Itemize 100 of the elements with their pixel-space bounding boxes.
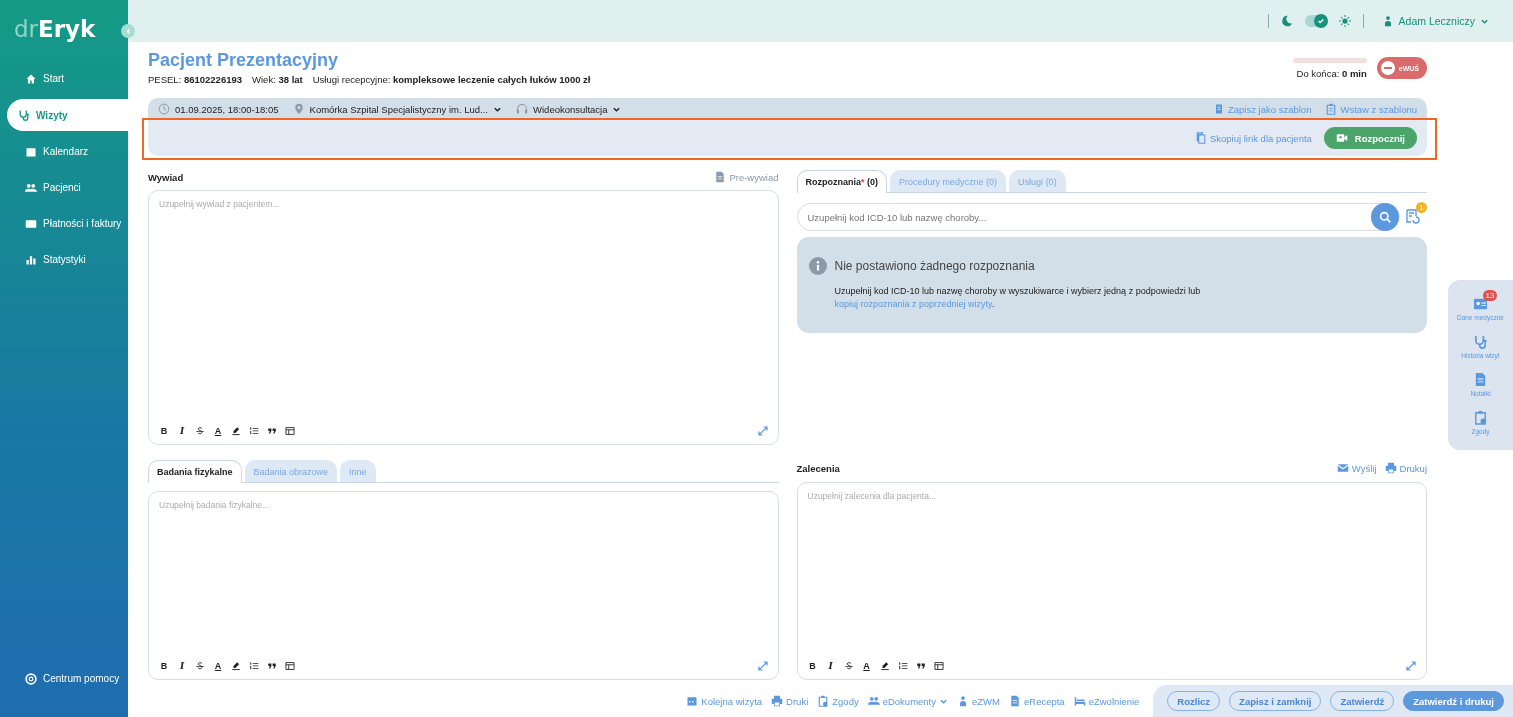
copy-diagnoses-link[interactable]: kopiuj rozpoznania z poprzedniej wizyty — [834, 299, 992, 309]
theme-toggle[interactable] — [1304, 15, 1327, 27]
text-editor[interactable]: Uzupełnij wywiad z pacjentem... B I A — [148, 190, 779, 445]
chevron-left-icon — [124, 27, 132, 35]
footer-link[interactable]: Druki — [771, 695, 809, 707]
home-icon — [25, 72, 37, 85]
table-button[interactable] — [933, 660, 944, 672]
video-camera-icon — [1335, 132, 1348, 144]
nav-item[interactable]: Start — [7, 68, 128, 89]
collapse-button[interactable] — [121, 24, 135, 38]
search-icon — [1378, 210, 1392, 224]
copy-link[interactable]: Skopiuj link dla pacjenta — [1194, 132, 1312, 144]
italic-button[interactable]: I — [177, 660, 187, 672]
stethoscope-icon — [1473, 334, 1488, 349]
footer-link[interactable]: eRecepta — [1009, 695, 1065, 707]
patient-name: Pacjent Prezentacyjny — [148, 50, 340, 71]
id-card-icon — [1473, 296, 1488, 311]
envelope-icon — [1336, 462, 1349, 474]
history-button[interactable]: 1 — [1402, 201, 1427, 227]
visit-date: 01.09.2025, 18:00-18:05 — [158, 103, 279, 115]
section-title: Zalecenia — [796, 462, 840, 474]
table-button[interactable] — [285, 660, 295, 672]
expand-icon[interactable] — [757, 426, 768, 436]
highlighter-button[interactable] — [231, 425, 241, 437]
toggle-knob[interactable] — [1313, 14, 1328, 28]
help-link[interactable]: Centrum pomocy — [7, 668, 128, 689]
copy-icon — [1194, 132, 1207, 144]
moon-icon — [1280, 15, 1293, 27]
footer-link[interactable]: Kolejna wizyta — [686, 695, 763, 707]
user-menu[interactable]: Adam Leczniczy — [1375, 14, 1495, 28]
services-text: Usługi recepcyjne: kompleksowe leczenie całych łuków 1000 zł — [312, 74, 591, 85]
text-color-button[interactable]: A — [213, 425, 223, 437]
clock-icon — [158, 103, 170, 115]
logo: drEryk — [13, 15, 97, 44]
nav-item[interactable]: Wizyty — [7, 99, 128, 131]
bold-button[interactable]: B — [807, 660, 818, 672]
expand-icon[interactable] — [1406, 661, 1416, 671]
section-title: Wywiad — [148, 171, 184, 183]
numbered-list-button[interactable] — [897, 660, 908, 672]
confirm-print-button[interactable]: Zatwierdź i drukuj — [1403, 691, 1504, 711]
printer-icon — [771, 695, 784, 707]
send-link[interactable]: Wyślij — [1336, 462, 1377, 474]
print-link[interactable]: Drukuj — [1384, 462, 1427, 474]
bold-button[interactable]: B — [159, 425, 169, 437]
insert-template-link[interactable]: Wstaw z szablonu — [1325, 103, 1417, 115]
lifebuoy-icon — [25, 672, 37, 685]
nav-item[interactable]: Kalendarz — [7, 141, 128, 162]
printer-icon — [1384, 462, 1397, 474]
document-icon — [714, 171, 727, 183]
bar-chart-icon — [25, 253, 37, 266]
tab[interactable]: Usługi (0) — [1009, 170, 1066, 192]
search-button[interactable] — [1371, 203, 1399, 231]
stethoscope-icon — [18, 109, 30, 121]
text-color-button[interactable]: A — [861, 660, 872, 672]
highlighter-button[interactable] — [879, 660, 890, 672]
footer-link[interactable]: eDokumenty — [867, 695, 948, 707]
headset-icon — [516, 103, 528, 115]
text-editor[interactable]: Uzupełnij badania fizykalne... B I A — [148, 491, 779, 680]
time-left-text: Do końca: 0 min — [1296, 67, 1367, 79]
highlighter-button[interactable] — [231, 660, 241, 672]
visit-type-dropdown[interactable]: Wideokonsultacja — [516, 103, 622, 115]
nav-item[interactable]: Płatności i faktury — [7, 213, 128, 234]
save-template-link[interactable]: Zapisz jako szablon — [1213, 103, 1312, 115]
footer-link[interactable]: eZWM — [957, 695, 1000, 707]
strikethrough-button[interactable] — [195, 425, 205, 437]
sun-icon — [1338, 15, 1351, 27]
bed-icon — [1073, 695, 1086, 707]
table-button[interactable] — [285, 425, 295, 437]
pre-interview-link[interactable]: Pre-wywiad — [714, 171, 779, 183]
italic-button[interactable]: I — [177, 425, 187, 437]
italic-button[interactable]: I — [825, 660, 836, 672]
pin-icon — [292, 103, 305, 115]
tab[interactable]: Badania fizykalne — [148, 460, 242, 483]
nav-item[interactable]: Pacjenci — [7, 177, 128, 198]
pesel-text: PESEL: 86102226193 — [148, 74, 243, 85]
people-icon — [867, 695, 880, 707]
numbered-list-button[interactable] — [249, 660, 259, 672]
tab[interactable]: Inne — [340, 460, 376, 482]
empty-state-title: Nie postawiono żadnego rozpoznania — [834, 259, 1035, 273]
document-icon — [1473, 372, 1488, 387]
info-icon — [808, 257, 827, 275]
nav-item[interactable]: Statystyki — [7, 249, 128, 270]
numbered-list-button[interactable] — [249, 425, 259, 437]
tab[interactable]: Rozpoznania* (0) — [796, 170, 888, 193]
tab[interactable]: Procedury medyczne (0) — [890, 170, 1007, 192]
expand-icon[interactable] — [757, 661, 768, 671]
empty-state-text: Uzupełnij kod ICD-10 lub nazwę choroby w wyszukiwarce i wybierz jedną z podpowiedzi lub kopiuj rozpoznania z poprzedniej wizyty. — [833, 285, 1202, 311]
strikethrough-button[interactable] — [843, 660, 854, 672]
text-color-button[interactable]: A — [213, 660, 223, 672]
document-icon — [1009, 695, 1021, 707]
bold-button[interactable]: B — [159, 660, 169, 672]
text-editor[interactable]: Uzupełnij zalecenia dla pacjenta... B I A — [796, 482, 1427, 680]
start-button[interactable]: Rozpocznij — [1323, 127, 1417, 149]
age-text: Wiek: 38 lat — [252, 74, 303, 85]
location-dropdown[interactable]: Komórka Szpital Specjalistyczny im. Lud... — [292, 103, 502, 115]
tab[interactable]: Badania obrazowe — [244, 460, 338, 482]
footer-link[interactable]: eZwolnienie — [1073, 695, 1140, 707]
footer-link[interactable]: Zgody — [817, 695, 859, 707]
strikethrough-button[interactable] — [195, 660, 205, 672]
search-field[interactable]: Uzupełnij kod ICD-10 lub nazwę choroby... — [796, 203, 1400, 231]
